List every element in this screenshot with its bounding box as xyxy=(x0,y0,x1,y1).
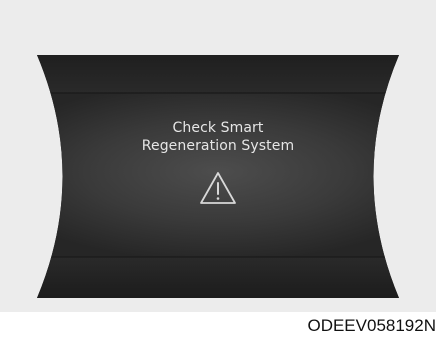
figure-panel: Check Smart Regeneration System xyxy=(0,0,436,312)
warning-message-line1: Check Smart xyxy=(172,120,264,136)
bottom-band xyxy=(37,257,399,298)
figure-code-label: ODEEV058192N xyxy=(307,316,436,335)
warning-message-line2: Regeneration System xyxy=(141,138,295,154)
top-band xyxy=(37,55,399,93)
warning-triangle-icon xyxy=(200,172,236,204)
instrument-cluster-display xyxy=(37,55,399,298)
